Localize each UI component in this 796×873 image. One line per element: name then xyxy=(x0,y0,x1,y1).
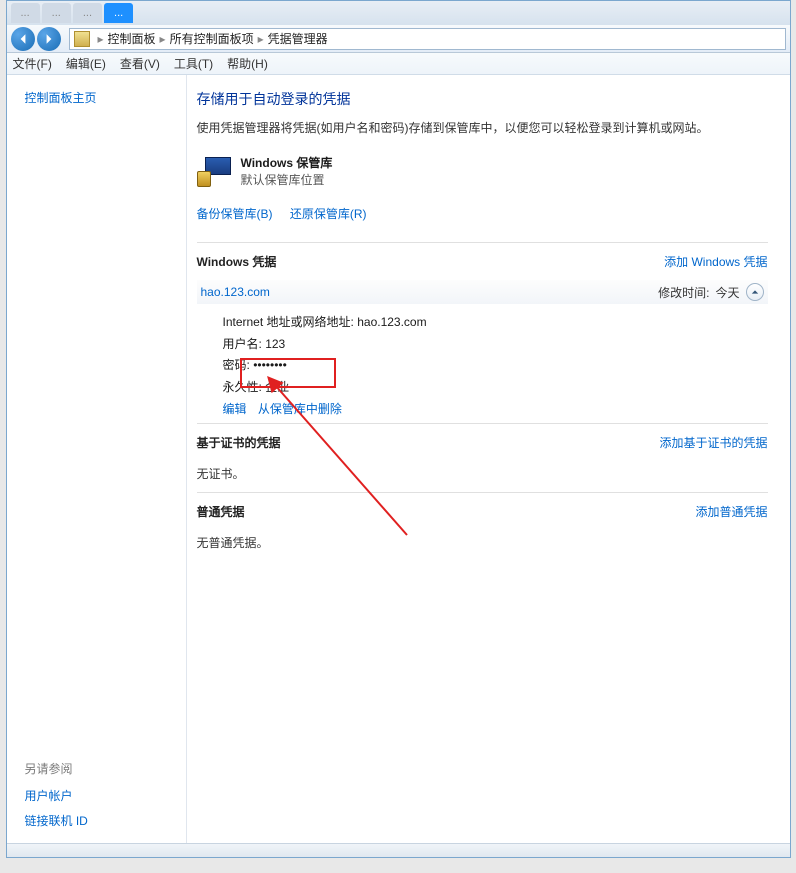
pass-value: •••••••• xyxy=(253,358,287,372)
sidebar-link-online-id[interactable]: 链接联机 ID xyxy=(25,812,88,829)
page-description: 使用凭据管理器将凭据(如用户名和密码)存储到保管库中，以便您可以轻松登录到计算机… xyxy=(197,119,768,136)
user-label: 用户名: xyxy=(223,337,262,351)
sidebar: 控制面板主页 另请参阅 用户帐户 链接联机 ID xyxy=(7,75,187,857)
tabs-bar: ... ... ... ... xyxy=(7,1,790,25)
window: ... ... ... ... ▸ 控制面板 ▸ 所有控制面板项 ▸ 凭据管理器… xyxy=(6,0,791,858)
breadcrumb-item[interactable]: 控制面板 xyxy=(108,30,156,47)
addr-value: hao.123.com xyxy=(357,315,426,329)
add-cert-credential-link[interactable]: 添加基于证书的凭据 xyxy=(659,434,767,451)
credential-header[interactable]: hao.123.com 修改时间: 今天 xyxy=(197,280,768,304)
vault-actions: 备份保管库(B) 还原保管库(R) xyxy=(197,205,768,222)
status-bar xyxy=(7,843,790,857)
browser-tab[interactable]: ... xyxy=(11,3,40,23)
section-windows-credentials: Windows 凭据 添加 Windows 凭据 hao.123.com 修改时… xyxy=(197,242,768,423)
page-title: 存储用于自动登录的凭据 xyxy=(197,89,768,109)
persist-value: 企业 xyxy=(265,380,289,394)
modified-value: 今天 xyxy=(715,284,739,301)
edit-credential-link[interactable]: 编辑 xyxy=(223,402,247,416)
credential-details: Internet 地址或网络地址: hao.123.com 用户名: 123 密… xyxy=(197,312,768,398)
sidebar-home-link[interactable]: 控制面板主页 xyxy=(25,89,168,106)
forward-button[interactable] xyxy=(37,27,61,51)
nav-bar: ▸ 控制面板 ▸ 所有控制面板项 ▸ 凭据管理器 xyxy=(7,25,790,53)
sidebar-footer-heading: 另请参阅 xyxy=(25,760,88,777)
breadcrumb-item[interactable]: 所有控制面板项 xyxy=(170,30,254,47)
vault-title: Windows 保管库 xyxy=(241,154,333,171)
credential-entry: hao.123.com 修改时间: 今天 Internet 地址或网络地址: h… xyxy=(197,280,768,417)
section-title: Windows 凭据 xyxy=(197,253,277,270)
back-button[interactable] xyxy=(11,27,35,51)
sidebar-link-user-accounts[interactable]: 用户帐户 xyxy=(25,787,88,804)
credential-site[interactable]: hao.123.com xyxy=(201,285,270,299)
menu-help[interactable]: 帮助(H) xyxy=(227,55,268,72)
folder-icon xyxy=(74,31,90,47)
sidebar-footer: 另请参阅 用户帐户 链接联机 ID xyxy=(25,760,88,837)
vault-subtitle: 默认保管库位置 xyxy=(241,173,325,187)
addr-label: Internet 地址或网络地址: xyxy=(223,315,354,329)
user-value: 123 xyxy=(265,337,285,351)
section-title: 普通凭据 xyxy=(197,503,245,520)
add-windows-credential-link[interactable]: 添加 Windows 凭据 xyxy=(664,253,767,270)
pass-label: 密码: xyxy=(223,358,250,372)
arrow-right-icon xyxy=(43,33,55,45)
credential-actions: 编辑 从保管库中删除 xyxy=(197,400,768,417)
menu-edit[interactable]: 编辑(E) xyxy=(66,55,106,72)
collapse-button[interactable] xyxy=(746,283,764,301)
restore-vault-link[interactable]: 还原保管库(R) xyxy=(290,207,367,221)
body: 控制面板主页 另请参阅 用户帐户 链接联机 ID 存储用于自动登录的凭据 使用凭… xyxy=(7,75,790,857)
menu-bar: 文件(F) 编辑(E) 查看(V) 工具(T) 帮助(H) xyxy=(7,53,790,75)
chevron-up-icon xyxy=(751,288,759,296)
browser-tab[interactable]: ... xyxy=(104,3,133,23)
empty-message: 无证书。 xyxy=(197,461,768,486)
breadcrumb: ▸ 控制面板 ▸ 所有控制面板项 ▸ 凭据管理器 xyxy=(94,30,328,47)
vault-icon xyxy=(197,157,231,187)
vault-row: Windows 保管库 默认保管库位置 xyxy=(197,154,768,189)
content: 存储用于自动登录的凭据 使用凭据管理器将凭据(如用户名和密码)存储到保管库中，以… xyxy=(187,75,790,857)
modified-label: 修改时间: xyxy=(658,284,709,301)
menu-tools[interactable]: 工具(T) xyxy=(174,55,213,72)
menu-view[interactable]: 查看(V) xyxy=(120,55,160,72)
backup-vault-link[interactable]: 备份保管库(B) xyxy=(197,207,273,221)
section-cert-credentials: 基于证书的凭据 添加基于证书的凭据 无证书。 xyxy=(197,423,768,492)
address-bar[interactable]: ▸ 控制面板 ▸ 所有控制面板项 ▸ 凭据管理器 xyxy=(69,28,786,50)
browser-tab[interactable]: ... xyxy=(42,3,71,23)
remove-credential-link[interactable]: 从保管库中删除 xyxy=(258,402,342,416)
arrow-left-icon xyxy=(17,33,29,45)
breadcrumb-item[interactable]: 凭据管理器 xyxy=(268,30,328,47)
add-generic-credential-link[interactable]: 添加普通凭据 xyxy=(695,503,767,520)
persist-label: 永久性: xyxy=(223,380,262,394)
browser-tab[interactable]: ... xyxy=(73,3,102,23)
menu-file[interactable]: 文件(F) xyxy=(13,55,52,72)
section-generic-credentials: 普通凭据 添加普通凭据 无普通凭据。 xyxy=(197,492,768,561)
empty-message: 无普通凭据。 xyxy=(197,530,768,555)
section-title: 基于证书的凭据 xyxy=(197,434,281,451)
